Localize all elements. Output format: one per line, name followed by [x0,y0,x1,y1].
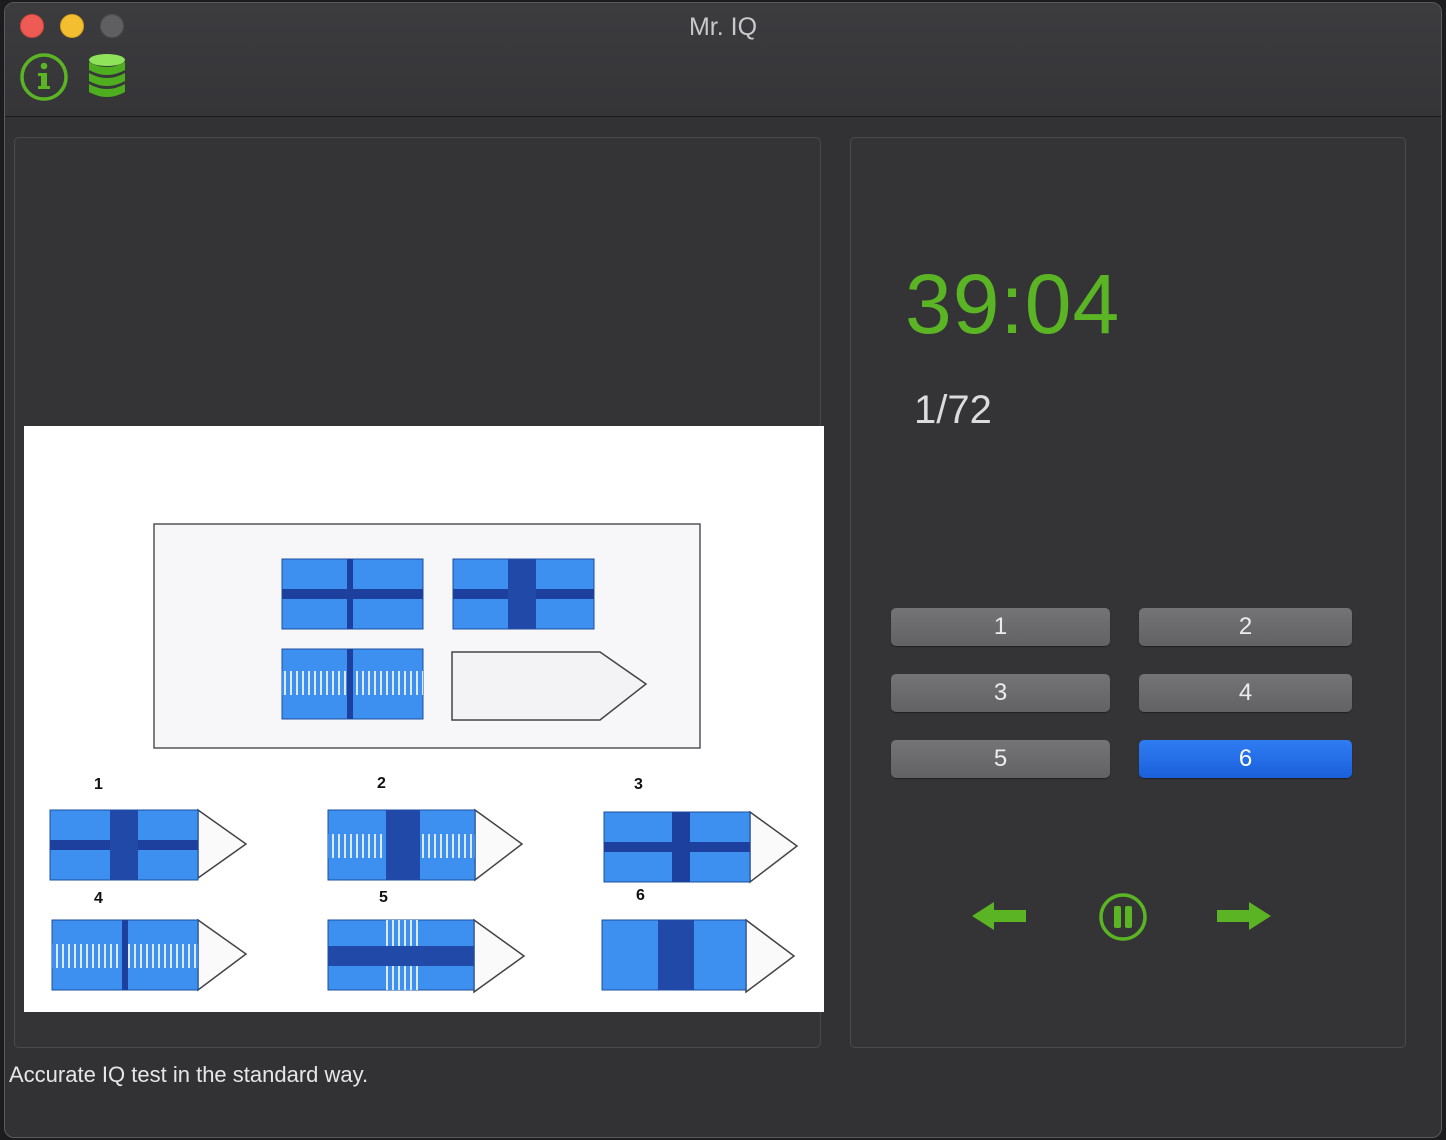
answer-button-2[interactable]: 2 [1139,608,1352,646]
option-figure-1 [49,808,248,881]
info-icon[interactable] [19,52,69,102]
option-figure-5 [327,918,526,994]
status-text: Accurate IQ test in the standard way. [9,1062,369,1087]
question-image: 1 2 3 4 5 6 [24,426,824,1012]
answer-button-1[interactable]: 1 [891,608,1110,646]
question-progress: 1/72 [914,388,992,432]
option-label-5: 5 [379,889,388,906]
option-label-1: 1 [94,776,103,793]
option-figure-2 [327,808,524,882]
answer-button-6[interactable]: 6 [1139,740,1352,778]
option-figure-4 [51,918,248,992]
title-bar: Mr. IQ [5,3,1441,117]
answer-button-3[interactable]: 3 [891,674,1110,712]
pause-icon[interactable] [1098,892,1148,942]
option-figure-6 [601,918,796,994]
question-panel: 1 2 3 4 5 6 [14,137,824,1048]
problem-frame [153,523,701,749]
matrix-cell-2 [452,558,595,630]
answer-button-4[interactable]: 4 [1139,674,1352,712]
option-label-6: 6 [636,887,645,904]
app-window: Mr. IQ 1 2 3 4 5 6 [4,2,1442,1138]
matrix-cell-1 [281,558,424,630]
option-label-4: 4 [94,890,103,907]
arrow-right-icon[interactable] [1215,900,1273,932]
window-title: Mr. IQ [688,13,758,41]
option-figure-3 [603,810,799,884]
puzzle-figure: 1 2 3 4 5 6 [49,523,799,994]
answer-button-5[interactable]: 5 [891,740,1110,778]
arrow-left-icon[interactable] [970,900,1028,932]
countdown-timer: 39:04 [905,257,1121,351]
matrix-cell-3 [281,648,424,720]
database-icon[interactable] [87,52,127,102]
option-label-2: 2 [377,775,386,792]
option-label-3: 3 [634,776,643,793]
